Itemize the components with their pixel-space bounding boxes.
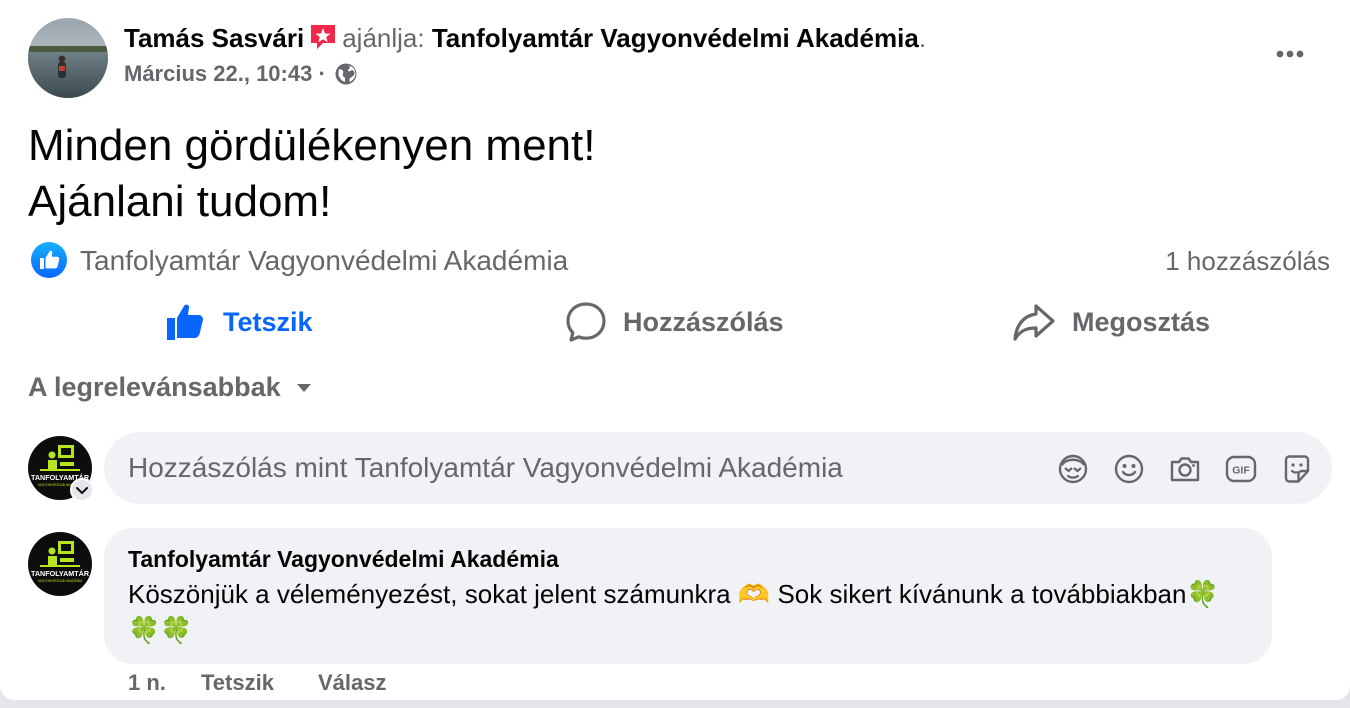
comment-input[interactable] [128, 446, 1028, 490]
profile-switch-chevron-icon[interactable] [70, 478, 94, 502]
like-reaction-icon[interactable] [30, 241, 68, 279]
comment-sort-dropdown[interactable]: A legrelevánsabbak [28, 372, 313, 403]
comment-label: Hozzászólás [623, 306, 784, 337]
globe-icon[interactable] [334, 62, 358, 86]
ellipsis-icon [1276, 50, 1304, 58]
thumbs-up-icon [167, 304, 203, 340]
share-arrow-icon [1013, 304, 1055, 341]
comment-age[interactable]: 1 n. [128, 668, 166, 698]
post-header: Tamás Sasvári ajánlja: Tanfolyamtár Vagyo… [124, 22, 926, 54]
like-button[interactable]: Tetszik [165, 296, 313, 348]
camera-icon[interactable] [1168, 452, 1202, 486]
recommends-text: ajánlja: [342, 23, 425, 53]
comment-bubble-icon [566, 302, 606, 342]
avatar-sticker-icon[interactable] [1056, 452, 1090, 486]
sticker-icon[interactable] [1280, 452, 1314, 486]
post-card: Tamás Sasvári ajánlja: Tanfolyamtár Vagyo… [0, 0, 1350, 700]
post-body: Minden gördülékenyen ment! Ajánlani tudo… [28, 121, 596, 226]
recommend-icon [308, 22, 338, 52]
emoji-icon[interactable] [1112, 452, 1146, 486]
post-meta: Március 22., 10:43 · [124, 60, 358, 88]
share-button[interactable]: Megosztás [1012, 296, 1210, 348]
comment-author-avatar[interactable]: TANFOLYAMTÁR VAGYONVÉDELMI AKADÉMIA [28, 532, 92, 596]
svg-text:GIF: GIF [1232, 465, 1250, 477]
author-avatar[interactable] [28, 18, 108, 98]
share-label: Megosztás [1072, 306, 1211, 337]
comment-reply-button[interactable]: Válasz [318, 668, 387, 698]
post-timestamp[interactable]: Március 22., 10:43 [124, 61, 312, 86]
comment-composer: GIF [104, 432, 1332, 504]
author-name[interactable]: Tamás Sasvári [124, 23, 304, 53]
comment-like-button[interactable]: Tetszik [201, 668, 274, 698]
page-avatar[interactable]: TANFOLYAMTÁR VAGYONVÉDELMI AKADÉMIA [28, 436, 94, 502]
more-options-button[interactable] [1268, 36, 1312, 72]
reactor-name[interactable]: Tanfolyamtár Vagyonvédelmi Akadémia [80, 244, 568, 278]
sort-label: A legrelevánsabbak [28, 372, 281, 402]
logo-text-sub: VAGYONVÉDELMI AKADÉMIA [38, 578, 83, 583]
comment-text: Köszönjük a véleményezést, sokat jelent … [128, 579, 1219, 645]
meta-separator: · [318, 61, 326, 86]
comment-count[interactable]: 1 hozzászólás [1165, 244, 1330, 278]
caret-down-icon [296, 383, 311, 392]
comment-button[interactable]: Hozzászólás [565, 296, 784, 348]
comment-author[interactable]: Tanfolyamtár Vagyonvédelmi Akadémia [128, 544, 559, 574]
header-period: . [918, 23, 927, 53]
comment-bubble: Tanfolyamtár Vagyonvédelmi Akadémia Kösz… [104, 528, 1272, 664]
like-label: Tetszik [223, 306, 313, 337]
logo-text-main: TANFOLYAMTÁR [31, 569, 90, 578]
gif-icon[interactable]: GIF [1224, 452, 1258, 486]
page-name-link[interactable]: Tanfolyamtár Vagyonvédelmi Akadémia [432, 23, 919, 53]
